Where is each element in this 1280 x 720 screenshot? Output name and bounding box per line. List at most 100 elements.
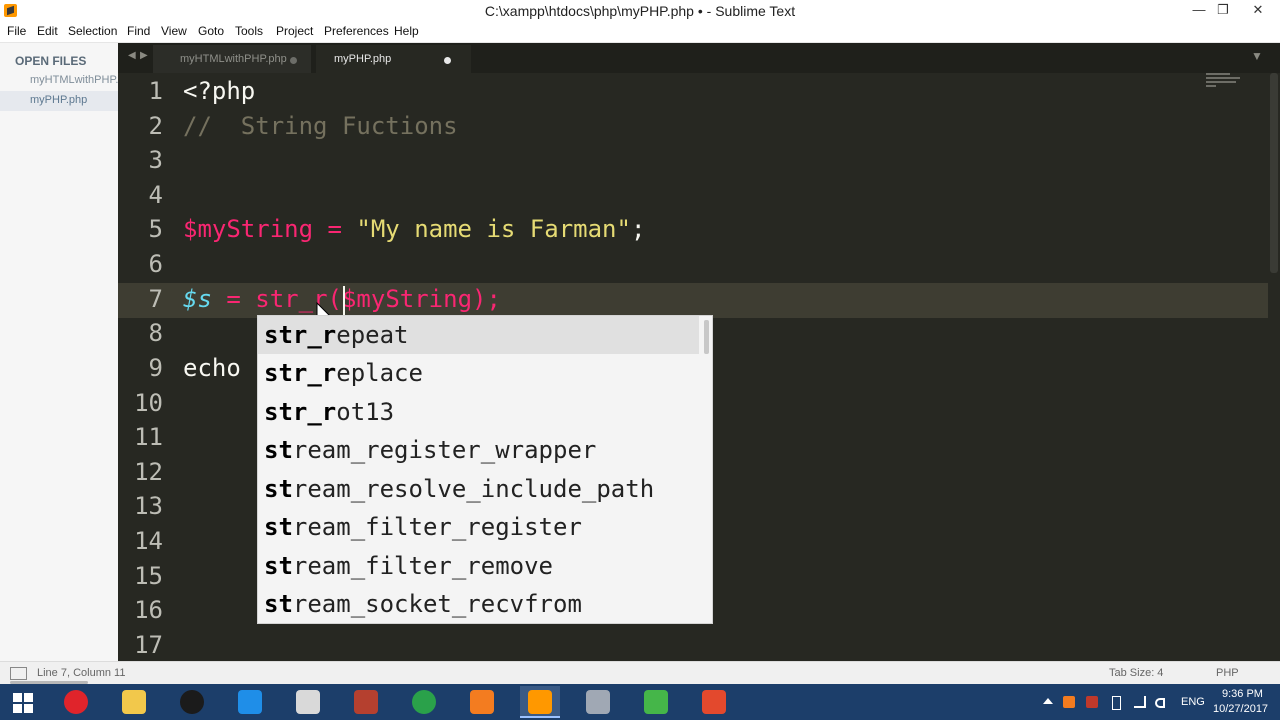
line-number: 17 xyxy=(134,631,163,659)
taskbar-app-outlook[interactable] xyxy=(230,686,270,718)
tab-unsaved-dot-icon[interactable] xyxy=(444,57,451,64)
autocomplete-item[interactable]: str_replace xyxy=(258,354,699,392)
status-bar: Line 7, Column 11 Tab Size: 4 PHP xyxy=(0,661,1280,685)
camtasia-recorder-icon xyxy=(702,690,726,714)
autocomplete-item[interactable]: stream_filter_register xyxy=(258,508,699,546)
tab-list-dropdown-icon[interactable]: ▼ xyxy=(1251,49,1263,63)
clock-date[interactable]: 10/27/2017 xyxy=(1213,703,1268,715)
menu-tools[interactable]: Tools xyxy=(235,24,263,38)
menu-view[interactable]: View xyxy=(161,24,187,38)
windows-logo-icon xyxy=(13,704,22,713)
menu-edit[interactable]: Edit xyxy=(37,24,58,38)
panel-toggle-icon[interactable] xyxy=(10,667,27,680)
show-hidden-icons-icon[interactable] xyxy=(1043,698,1053,704)
autocomplete-item[interactable]: stream_socket_recvfrom xyxy=(258,585,699,623)
file-explorer-icon xyxy=(122,690,146,714)
input-language[interactable]: ENG xyxy=(1181,696,1205,708)
taskbar-app-network-tool[interactable] xyxy=(578,686,618,718)
taskbar-app-xampp[interactable] xyxy=(462,686,502,718)
menu-goto[interactable]: Goto xyxy=(198,24,224,38)
line-number: 9 xyxy=(148,354,163,382)
taskbar-app-github[interactable] xyxy=(172,686,212,718)
menu-selection[interactable]: Selection xyxy=(68,24,117,38)
taskbar-app-paint[interactable] xyxy=(288,686,328,718)
sidebar: OPEN FILES myHTMLwithPHP.php myPHP.php xyxy=(0,43,118,661)
xampp-icon xyxy=(470,690,494,714)
filezilla-icon xyxy=(354,690,378,714)
line-number: 11 xyxy=(134,423,163,451)
code-variable: $myString xyxy=(183,215,314,243)
menu-project[interactable]: Project xyxy=(276,24,313,38)
taskbar-app-file-explorer[interactable] xyxy=(114,686,154,718)
code-comment: // String Fuctions xyxy=(183,112,458,140)
code-semicolon: ; xyxy=(630,215,646,243)
tab-size-selector[interactable]: Tab Size: 4 xyxy=(1109,667,1163,679)
line-number: 5 xyxy=(148,215,163,243)
line-number: 7 xyxy=(148,285,163,313)
code-line-7: $s = str_r($myString); xyxy=(183,282,501,316)
taskbar-app-chrome[interactable] xyxy=(404,686,444,718)
line-number: 12 xyxy=(134,458,163,486)
taskbar-app-camtasia[interactable] xyxy=(636,686,676,718)
network-tool-icon xyxy=(586,690,610,714)
windows-logo-icon xyxy=(24,693,33,702)
tab-bar: ◀ ▶ myHTMLwithPHP.php myPHP.php ▼ xyxy=(118,43,1280,73)
clock-time[interactable]: 9:36 PM xyxy=(1222,688,1263,700)
autocomplete-scrollbar[interactable] xyxy=(704,320,709,354)
battery-icon[interactable] xyxy=(1112,696,1121,710)
windows-logo-icon xyxy=(13,693,22,702)
syntax-selector[interactable]: PHP xyxy=(1216,667,1239,679)
autocomplete-item[interactable]: stream_register_wrapper xyxy=(258,431,699,469)
code-string: "My name is Farman" xyxy=(356,215,631,243)
sidebar-file-myphp[interactable]: myPHP.php xyxy=(0,91,118,111)
code-line-5: $myString = "My name is Farman"; xyxy=(183,212,645,246)
sidebar-file-myhtmlwithphp[interactable]: myHTMLwithPHP.php xyxy=(0,71,118,91)
line-number: 6 xyxy=(148,250,163,278)
network-icon[interactable] xyxy=(1134,696,1146,708)
taskbar-app-filezilla[interactable] xyxy=(346,686,386,718)
autocomplete-popup: str_repeat str_replace str_rot13 stream_… xyxy=(257,315,713,624)
start-button[interactable] xyxy=(0,684,46,720)
vertical-scrollbar[interactable] xyxy=(1270,73,1278,273)
autocomplete-item[interactable]: stream_filter_remove xyxy=(258,547,699,585)
line-number: 10 xyxy=(134,389,163,417)
line-number: 8 xyxy=(148,319,163,347)
taskbar-app-opera[interactable] xyxy=(56,686,96,718)
taskbar-app-sublime-text[interactable] xyxy=(520,686,560,718)
text-caret xyxy=(343,286,345,316)
menu-bar: File Edit Selection Find View Goto Tools… xyxy=(0,22,1280,43)
menu-help[interactable]: Help xyxy=(394,24,419,38)
line-number: 2 xyxy=(148,112,163,140)
code-line-2: // String Fuctions xyxy=(183,109,458,143)
close-button[interactable]: ✕ xyxy=(1236,0,1280,22)
minimap[interactable] xyxy=(1206,73,1246,98)
tab-myphp[interactable]: myPHP.php xyxy=(316,45,471,73)
tab-scroll-left-icon[interactable]: ◀ xyxy=(128,50,136,61)
tray-app-icon[interactable] xyxy=(1086,696,1098,708)
volume-icon[interactable] xyxy=(1155,698,1165,708)
sublime-text-icon xyxy=(528,690,552,714)
tab-myhtmlwithphp[interactable]: myHTMLwithPHP.php xyxy=(153,45,311,73)
windows-taskbar: ENG 9:36 PM 10/27/2017 xyxy=(0,684,1280,720)
line-number: 4 xyxy=(148,181,163,209)
line-number: 3 xyxy=(148,146,163,174)
autocomplete-item[interactable]: str_rot13 xyxy=(258,393,699,431)
taskbar-app-camtasia-recorder[interactable] xyxy=(694,686,734,718)
menu-preferences[interactable]: Preferences xyxy=(324,24,389,38)
sidebar-file-label: myPHP.php xyxy=(30,94,88,106)
tab-scroll-right-icon[interactable]: ▶ xyxy=(140,50,148,61)
xampp-tray-icon[interactable] xyxy=(1063,696,1075,708)
menu-find[interactable]: Find xyxy=(127,24,150,38)
line-number: 16 xyxy=(134,596,163,624)
title-bar: C:\xampp\htdocs\php\myPHP.php • - Sublim… xyxy=(0,0,1280,22)
code-line-1: <?php xyxy=(183,74,255,108)
autocomplete-item[interactable]: str_repeat xyxy=(258,316,699,354)
window-title: C:\xampp\htdocs\php\myPHP.php • - Sublim… xyxy=(484,3,796,19)
maximize-button[interactable]: ❐ xyxy=(1208,0,1238,22)
tab-close-icon[interactable] xyxy=(290,57,297,64)
outlook-icon xyxy=(238,690,262,714)
line-number: 15 xyxy=(134,562,163,590)
tab-label: myPHP.php xyxy=(334,53,392,65)
autocomplete-item[interactable]: stream_resolve_include_path xyxy=(258,470,699,508)
menu-file[interactable]: File xyxy=(7,24,26,38)
